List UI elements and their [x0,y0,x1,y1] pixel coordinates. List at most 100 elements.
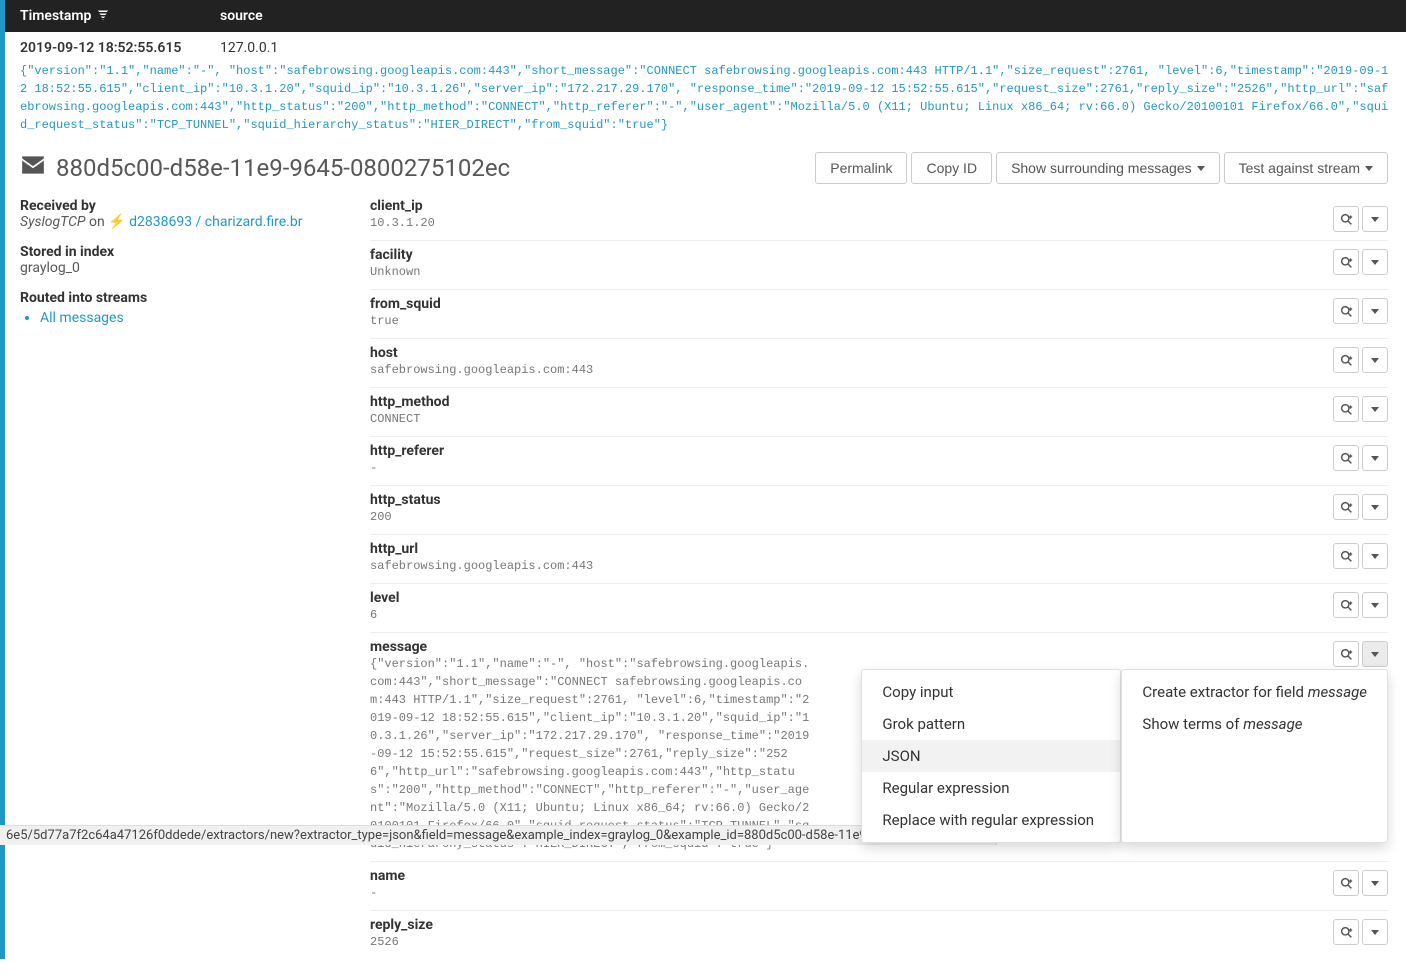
search-zoom-icon[interactable] [1333,494,1359,520]
permalink-label: Permalink [830,160,892,176]
field-name: from_squid [370,296,1388,312]
field-value: safebrowsing.googleapis.com:443 [370,361,1310,379]
received-by-on: on [89,214,105,230]
field-value: - [370,884,1310,902]
field-dropdown-toggle[interactable] [1362,870,1388,896]
routed-into-streams-block: Routed into streams All messages [20,290,340,326]
field-row-http_url: http_urlsafebrowsing.googleapis.com:443 [370,534,1388,583]
test-against-stream-button[interactable]: Test against stream [1224,152,1388,184]
field-actions [1333,396,1388,422]
field-row-facility: facilityUnknown [370,240,1388,289]
column-header-timestamp[interactable]: Timestamp [20,8,220,24]
field-dropdown-toggle[interactable] [1362,592,1388,618]
field-value: 200 [370,508,1310,526]
search-zoom-icon[interactable] [1333,206,1359,232]
search-zoom-icon[interactable] [1333,396,1359,422]
field-row-http_method: http_methodCONNECT [370,387,1388,436]
search-zoom-icon[interactable] [1333,543,1359,569]
field-name: client_ip [370,198,1388,214]
field-row-from_squid: from_squidtrue [370,289,1388,338]
field-dropdown-toggle[interactable] [1362,347,1388,373]
field-dropdown-toggle[interactable] [1362,543,1388,569]
field-value: CONNECT [370,410,1310,428]
source-header-label: source [220,8,263,24]
field-value: safebrowsing.googleapis.com:443 [370,557,1310,575]
field-actions [1333,445,1388,471]
message-id-text: 880d5c00-d58e-11e9-9645-0800275102ec [56,154,510,182]
field-name: message [370,639,1388,655]
dropdown-item[interactable]: Replace with regular expression [862,804,1120,836]
envelope-icon [20,152,46,184]
dropdown-item[interactable]: Copy input [862,676,1120,708]
field-name: facility [370,247,1388,263]
search-zoom-icon[interactable] [1333,298,1359,324]
dropdown-item[interactable]: Grok pattern [862,708,1120,740]
field-row-client_ip: client_ip10.3.1.20 [370,198,1388,240]
field-dropdown-toggle[interactable] [1362,641,1388,667]
field-actions [1333,494,1388,520]
field-value: {"version":"1.1","name":"-", "host":"saf… [370,655,810,853]
field-dropdown-toggle[interactable] [1362,919,1388,945]
search-zoom-icon[interactable] [1333,592,1359,618]
stream-item: All messages [40,310,340,326]
search-zoom-icon[interactable] [1333,445,1359,471]
received-by-block: Received by SyslogTCP on ⚡ d2838693 / ch… [20,198,340,230]
search-zoom-icon[interactable] [1333,870,1359,896]
search-zoom-icon[interactable] [1333,919,1359,945]
field-dropdown-toggle[interactable] [1362,494,1388,520]
copy-id-label: Copy ID [926,160,977,176]
field-actions [1333,249,1388,275]
received-by-node-link[interactable]: d2838693 / charizard.fire.br [129,214,302,230]
row-json-preview: {"version":"1.1","name":"-", "host":"saf… [0,62,1406,140]
copy-id-button[interactable]: Copy ID [911,152,992,184]
row-timestamp: 2019-09-12 18:52:55.615 [20,40,220,56]
message-detail-title: 880d5c00-d58e-11e9-9645-0800275102ec [20,152,510,184]
field-dropdown-toggle[interactable] [1362,396,1388,422]
search-zoom-icon[interactable] [1333,249,1359,275]
field-name: level [370,590,1388,606]
caret-down-icon [1197,166,1205,171]
field-row-level: level6 [370,583,1388,632]
dropdown-item[interactable]: JSON [862,740,1120,772]
create-extractor-item[interactable]: Create extractor for field message [1122,676,1387,708]
stored-in-index-value: graylog_0 [20,260,340,276]
dropdown-item[interactable]: Regular expression [862,772,1120,804]
message-actions: Permalink Copy ID Show surrounding messa… [815,152,1388,184]
test-against-label: Test against stream [1239,160,1360,176]
field-name: host [370,345,1388,361]
field-actions [1333,543,1388,569]
permalink-button[interactable]: Permalink [815,152,907,184]
field-row-http_status: http_status200 [370,485,1388,534]
received-by-value: SyslogTCP on ⚡ d2838693 / charizard.fire… [20,214,340,230]
search-zoom-icon[interactable] [1333,347,1359,373]
show-surrounding-label: Show surrounding messages [1011,160,1192,176]
show-surrounding-button[interactable]: Show surrounding messages [996,152,1220,184]
field-dropdown-main: Create extractor for field messageShow t… [1121,669,1388,843]
received-by-input: SyslogTCP [20,214,86,230]
field-dropdown-toggle[interactable] [1362,298,1388,324]
field-name: http_url [370,541,1388,557]
field-actions [1333,298,1388,324]
field-actions [1333,206,1388,232]
field-name: reply_size [370,917,1388,933]
field-name: http_status [370,492,1388,508]
stream-link[interactable]: All messages [40,310,124,326]
field-actions [1333,870,1388,896]
message-row[interactable]: 2019-09-12 18:52:55.615 127.0.0.1 [0,32,1406,62]
streams-list: All messages [20,310,340,326]
routed-into-streams-label: Routed into streams [20,290,340,306]
field-name: http_referer [370,443,1388,459]
field-name: http_method [370,394,1388,410]
field-actions [1333,592,1388,618]
field-dropdown-toggle[interactable] [1362,249,1388,275]
field-dropdown-toggle[interactable] [1362,206,1388,232]
field-value: 2526 [370,933,1310,951]
column-header-source[interactable]: source [220,8,1391,24]
field-value: true [370,312,1310,330]
field-row-http_referer: http_referer- [370,436,1388,485]
stored-in-index-label: Stored in index [20,244,340,260]
search-zoom-icon[interactable] [1333,641,1359,667]
field-dropdown-toggle[interactable] [1362,445,1388,471]
timestamp-header-label: Timestamp [20,8,91,24]
show-terms-item[interactable]: Show terms of message [1122,708,1387,740]
